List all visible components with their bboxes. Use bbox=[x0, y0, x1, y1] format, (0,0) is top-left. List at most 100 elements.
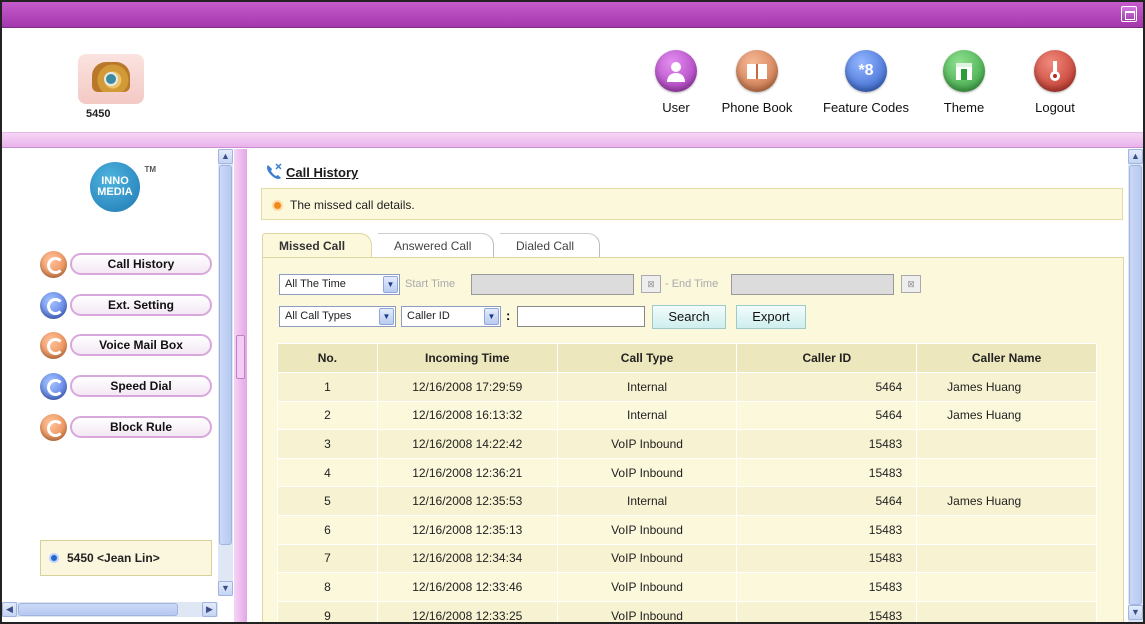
sidebar-item-label: Call History bbox=[70, 253, 212, 275]
chevron-down-icon[interactable]: ▼ bbox=[484, 308, 499, 325]
scroll-up-icon[interactable]: ▲ bbox=[1128, 149, 1143, 164]
filter-panel: All The Time ▼ Start Time ⊠ - End Time ⊠… bbox=[262, 257, 1124, 622]
sidebar-item-ext-setting[interactable]: Ext. Setting bbox=[40, 292, 216, 319]
table-row[interactable]: 8 12/16/2008 12:33:46 VoIP Inbound 15483 bbox=[277, 572, 1097, 602]
scroll-thumb[interactable] bbox=[219, 165, 232, 545]
table-cell: Internal bbox=[556, 400, 738, 431]
colon-label: : bbox=[506, 308, 511, 323]
phone-orb-icon bbox=[40, 332, 67, 359]
sidebar-splitter[interactable] bbox=[234, 149, 247, 622]
table-cell: VoIP Inbound bbox=[556, 543, 738, 574]
table-row[interactable]: 9 12/16/2008 12:33:25 VoIP Inbound 15483 bbox=[277, 600, 1097, 622]
scroll-thumb[interactable] bbox=[18, 603, 178, 616]
sidebar-item-label: Speed Dial bbox=[70, 375, 212, 397]
chevron-down-icon[interactable]: ▼ bbox=[379, 308, 394, 325]
table-row[interactable]: 1 12/16/2008 17:29:59 Internal 5464 James Hu… bbox=[277, 372, 1097, 402]
header-divider bbox=[2, 132, 1143, 148]
scroll-down-icon[interactable]: ▼ bbox=[1128, 605, 1143, 620]
calendar-icon: ⊠ bbox=[901, 275, 921, 293]
time-range-select[interactable]: All The Time ▼ bbox=[279, 274, 400, 295]
nav-theme[interactable]: Theme bbox=[916, 50, 1012, 115]
table-row[interactable]: 6 12/16/2008 12:35:13 VoIP Inbound 15483 bbox=[277, 514, 1097, 545]
table-cell: 15483 bbox=[736, 543, 918, 574]
info-text: The missed call details. bbox=[290, 198, 415, 212]
table-cell: 12/16/2008 12:35:13 bbox=[376, 514, 558, 545]
sidebar-item-label: Block Rule bbox=[70, 416, 212, 438]
tab-missed-call[interactable]: Missed Call bbox=[262, 233, 372, 258]
nav-feature-codes[interactable]: *8 Feature Codes bbox=[818, 50, 914, 115]
app-window: 5450 User Phone Book *8 Feature Codes Th… bbox=[0, 0, 1145, 624]
table-cell: VoIP Inbound bbox=[556, 514, 738, 545]
column-header-no[interactable]: No. bbox=[277, 343, 378, 373]
end-time-label: - End Time bbox=[665, 278, 719, 290]
table-cell: 7 bbox=[277, 543, 378, 574]
table-row[interactable]: 2 12/16/2008 16:13:32 Internal 5464 James Hu… bbox=[277, 400, 1097, 431]
phone-orb-icon bbox=[40, 292, 67, 319]
scroll-thumb[interactable] bbox=[1129, 165, 1142, 605]
table-row[interactable]: 3 12/16/2008 14:22:42 VoIP Inbound 15483 bbox=[277, 429, 1097, 459]
column-header-caller-id[interactable]: Caller ID bbox=[736, 343, 918, 373]
table-cell: Internal bbox=[556, 486, 738, 516]
tab-dialed-call[interactable]: Dialed Call bbox=[500, 233, 600, 257]
main-content: Call History The missed call details. Mi… bbox=[248, 149, 1128, 622]
keyword-input[interactable] bbox=[517, 306, 645, 327]
sidebar-item-block-rule[interactable]: Block Rule bbox=[40, 414, 216, 441]
tab-bar: Missed Call Answered Call Dialed Call bbox=[262, 233, 1124, 258]
table-row[interactable]: 4 12/16/2008 12:36:21 VoIP Inbound 15483 bbox=[277, 457, 1097, 488]
table-cell: 5464 bbox=[736, 400, 918, 431]
sidebar-item-voice-mail-box[interactable]: Voice Mail Box bbox=[40, 332, 216, 359]
page-title[interactable]: Call History bbox=[286, 165, 358, 180]
table-cell: VoIP Inbound bbox=[556, 457, 738, 488]
column-header-call-type[interactable]: Call Type bbox=[556, 343, 738, 373]
book-icon bbox=[736, 50, 778, 92]
scroll-up-icon[interactable]: ▲ bbox=[218, 149, 233, 164]
chevron-down-icon[interactable]: ▼ bbox=[383, 276, 398, 293]
nav-phone-book[interactable]: Phone Book bbox=[709, 50, 805, 115]
call-type-select[interactable]: All Call Types ▼ bbox=[279, 306, 396, 327]
sidebar-item-speed-dial[interactable]: Speed Dial bbox=[40, 373, 216, 400]
nav-logout[interactable]: Logout bbox=[1007, 50, 1103, 115]
export-button[interactable]: Export bbox=[736, 305, 806, 329]
table-cell bbox=[916, 572, 1097, 602]
scroll-right-icon[interactable]: ▶ bbox=[202, 602, 217, 617]
scroll-left-icon[interactable]: ◀ bbox=[2, 602, 17, 617]
sidebar-content: INNO MEDIA TM Call History Ext. Setting … bbox=[2, 149, 218, 596]
table-cell bbox=[916, 429, 1097, 459]
sidebar-horizontal-scrollbar[interactable]: ◀ ▶ bbox=[2, 602, 218, 617]
table-cell: 12/16/2008 12:34:34 bbox=[376, 543, 558, 574]
search-button[interactable]: Search bbox=[652, 305, 726, 329]
maximize-button[interactable] bbox=[1121, 6, 1137, 22]
column-header-caller-name[interactable]: Caller Name bbox=[916, 343, 1097, 373]
table-row[interactable]: 7 12/16/2008 12:34:34 VoIP Inbound 15483 bbox=[277, 543, 1097, 574]
splitter-grip[interactable] bbox=[236, 335, 245, 379]
table-cell: 12/16/2008 17:29:59 bbox=[376, 372, 558, 402]
table-cell: 12/16/2008 14:22:42 bbox=[376, 429, 558, 459]
phone-icon bbox=[78, 54, 144, 104]
nav-theme-label: Theme bbox=[943, 100, 985, 115]
scroll-down-icon[interactable]: ▼ bbox=[218, 581, 233, 596]
table-cell: 15483 bbox=[736, 600, 918, 622]
info-box: The missed call details. bbox=[261, 188, 1123, 220]
sidebar: INNO MEDIA TM Call History Ext. Setting … bbox=[2, 149, 247, 622]
tab-answered-call[interactable]: Answered Call bbox=[378, 233, 494, 257]
table-cell: 12/16/2008 12:35:53 bbox=[376, 486, 558, 516]
table-cell: 12/16/2008 12:33:25 bbox=[376, 600, 558, 622]
table-cell: 15483 bbox=[736, 429, 918, 459]
phone-logo bbox=[78, 54, 144, 104]
theme-icon bbox=[943, 50, 985, 92]
sidebar-item-call-history[interactable]: Call History bbox=[40, 251, 216, 278]
phone-orb-icon bbox=[40, 251, 67, 278]
search-field-select[interactable]: Caller ID ▼ bbox=[401, 306, 501, 327]
sidebar-vertical-scrollbar[interactable]: ▲ ▼ bbox=[218, 149, 233, 596]
table-cell: 15483 bbox=[736, 457, 918, 488]
column-header-incoming-time[interactable]: Incoming Time bbox=[376, 343, 558, 373]
table-cell: 12/16/2008 12:36:21 bbox=[376, 457, 558, 488]
table-row[interactable]: 5 12/16/2008 12:35:53 Internal 5464 James Hu… bbox=[277, 486, 1097, 516]
table-cell: 9 bbox=[277, 600, 378, 622]
main-vertical-scrollbar[interactable]: ▲ ▼ bbox=[1128, 149, 1143, 622]
star8-icon: *8 bbox=[845, 50, 887, 92]
table-cell: 2 bbox=[277, 400, 378, 431]
table-body: 1 12/16/2008 17:29:59 Internal 5464 James Hu… bbox=[277, 372, 1097, 622]
table-cell: 5464 bbox=[736, 372, 918, 402]
table-header-row: No. Incoming Time Call Type Caller ID Ca… bbox=[277, 343, 1097, 373]
